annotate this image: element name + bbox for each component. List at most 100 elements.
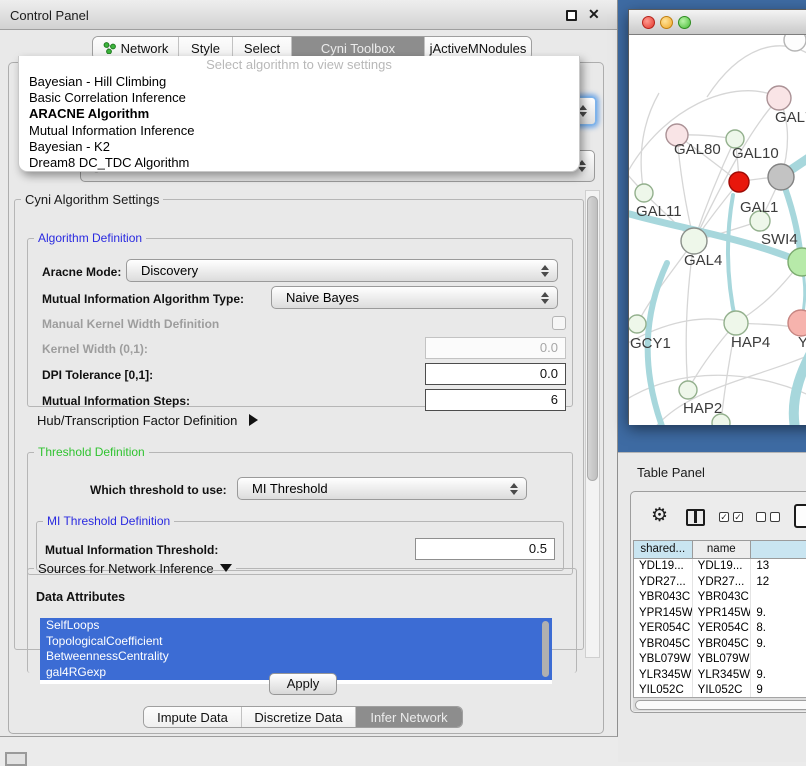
settings-scrollbar-thumb[interactable] bbox=[587, 196, 598, 481]
tab-infer-network-label: Infer Network bbox=[370, 710, 447, 725]
table-cell: YIL052C bbox=[693, 683, 752, 697]
desktop-background: GAL7GAL80GAL10GAL1GAL11SWI4GAL4GCY1HAP4Y… bbox=[618, 0, 806, 452]
sources-group: Sources for Network Inference Data Attri… bbox=[27, 561, 577, 673]
table-column-header[interactable] bbox=[751, 541, 806, 558]
table-row[interactable]: YPR145WYPR145W9. bbox=[634, 606, 806, 622]
network-node[interactable] bbox=[629, 315, 646, 333]
mi-type-combo[interactable]: Naive Bayes bbox=[271, 286, 558, 309]
dropdown-item[interactable]: Dream8 DC_TDC Algorithm bbox=[19, 155, 579, 171]
table-cell: 12 bbox=[751, 575, 806, 591]
tab-infer-network[interactable]: Infer Network bbox=[356, 707, 462, 727]
network-canvas[interactable]: GAL7GAL80GAL10GAL1GAL11SWI4GAL4GCY1HAP4Y… bbox=[629, 35, 806, 425]
which-threshold-combo[interactable]: MI Threshold bbox=[237, 477, 527, 500]
kernel-width-field[interactable]: 0.0 bbox=[425, 337, 566, 359]
deselect-all-icon[interactable] bbox=[756, 512, 780, 522]
attribute-list-item[interactable]: TopologicalCoefficient bbox=[40, 634, 552, 650]
table-hscrollbar[interactable] bbox=[633, 697, 806, 711]
table-column-header[interactable]: name bbox=[693, 541, 752, 558]
column-browser-icon[interactable] bbox=[686, 509, 705, 526]
mi-steps-field[interactable]: 6 bbox=[425, 389, 566, 411]
select-all-icon[interactable]: ✓ ✓ bbox=[719, 512, 743, 522]
table-column-header[interactable]: shared... bbox=[634, 541, 693, 558]
network-node[interactable] bbox=[679, 381, 697, 399]
minimize-traffic-light-icon[interactable] bbox=[660, 16, 673, 29]
dropdown-item[interactable]: Mutual Information Inference bbox=[19, 123, 579, 139]
mi-threshold-field[interactable]: 0.5 bbox=[415, 538, 555, 560]
attribute-list-item[interactable]: SelfLoops bbox=[40, 618, 552, 634]
dropdown-item[interactable]: Bayesian - Hill Climbing bbox=[19, 74, 579, 90]
dpi-tolerance-field[interactable]: 0.0 bbox=[425, 363, 566, 385]
table-row[interactable]: YBL079WYBL079W bbox=[634, 652, 806, 668]
table-cell: YBR045C bbox=[693, 637, 752, 653]
dropdown-item[interactable]: ARACNE Algorithm bbox=[19, 106, 579, 122]
sources-title-row[interactable]: Sources for Network Inference bbox=[34, 561, 236, 576]
aracne-mode-label: Aracne Mode: bbox=[42, 265, 121, 279]
algorithm-dropdown-list: Bayesian - Hill ClimbingBasic Correlatio… bbox=[19, 74, 579, 171]
network-node-label: GAL80 bbox=[674, 141, 721, 158]
checked-box-icon: ✓ bbox=[719, 512, 729, 522]
table-row[interactable]: YBR045CYBR045C9. bbox=[634, 637, 806, 653]
network-node[interactable] bbox=[724, 311, 748, 335]
table-cell: YIL052C bbox=[634, 683, 693, 697]
network-node[interactable] bbox=[729, 172, 749, 192]
which-threshold-label: Which threshold to use: bbox=[90, 483, 227, 497]
table-cell: YLR345W bbox=[634, 668, 693, 684]
tab-discretize-data[interactable]: Discretize Data bbox=[242, 707, 356, 727]
tab-style-label: Style bbox=[191, 41, 220, 56]
network-view-window[interactable]: GAL7GAL80GAL10GAL1GAL11SWI4GAL4GCY1HAP4Y… bbox=[628, 9, 806, 424]
network-node[interactable] bbox=[784, 35, 806, 51]
stepper-icon bbox=[541, 265, 550, 277]
which-threshold-value: MI Threshold bbox=[252, 481, 328, 496]
dropdown-item[interactable]: Bayesian - K2 bbox=[19, 139, 579, 155]
network-node-label: GAL1 bbox=[740, 199, 778, 216]
network-node[interactable] bbox=[767, 86, 791, 110]
close-traffic-light-icon[interactable] bbox=[642, 16, 655, 29]
collapsed-panel-icon[interactable] bbox=[5, 752, 27, 766]
file-icon[interactable] bbox=[794, 504, 806, 528]
network-window-titlebar[interactable] bbox=[629, 10, 806, 35]
table-panel: Table Panel ⚙ ✓ ✓ shared...name YDL19...… bbox=[618, 452, 806, 762]
table-cell: YBR045C bbox=[634, 637, 693, 653]
float-icon[interactable] bbox=[566, 10, 577, 21]
manual-kernel-label: Manual Kernel Width Definition bbox=[42, 317, 219, 331]
algorithm-definition-title: Algorithm Definition bbox=[34, 231, 146, 245]
network-node[interactable] bbox=[635, 184, 653, 202]
table-cell: YER054C bbox=[693, 621, 752, 637]
control-panel: Control Panel ✕ Network Style Select Cyn… bbox=[0, 0, 618, 737]
table-row[interactable]: YBR043CYBR043C bbox=[634, 590, 806, 606]
network-node[interactable] bbox=[768, 164, 794, 190]
apply-button[interactable]: Apply bbox=[269, 673, 337, 695]
manual-kernel-checkbox[interactable] bbox=[552, 316, 566, 330]
network-node[interactable] bbox=[681, 228, 707, 254]
table-row[interactable]: YER054CYER054C8. bbox=[634, 621, 806, 637]
table-body: YDL19...YDL19...13YDR27...YDR27...12YBR0… bbox=[634, 559, 806, 697]
dropdown-item[interactable]: Basic Correlation Inference bbox=[19, 90, 579, 106]
table-cell: 9. bbox=[751, 606, 806, 622]
stepper-icon bbox=[541, 292, 550, 304]
table-row[interactable]: YDL19...YDL19...13 bbox=[634, 559, 806, 575]
dropdown-hint: Select algorithm to view settings bbox=[19, 56, 579, 74]
network-node[interactable] bbox=[788, 310, 806, 336]
aracne-mode-combo[interactable]: Discovery bbox=[126, 259, 558, 282]
close-icon[interactable]: ✕ bbox=[588, 6, 600, 23]
list-scrollbar-thumb[interactable] bbox=[542, 621, 549, 677]
attribute-list-item[interactable]: BetweennessCentrality bbox=[40, 649, 552, 665]
table-cell: 9. bbox=[751, 637, 806, 653]
table-cell: YDL19... bbox=[634, 559, 693, 575]
algorithm-dropdown: Select algorithm to view settings Bayesi… bbox=[18, 56, 580, 172]
zoom-traffic-light-icon[interactable] bbox=[678, 16, 691, 29]
node-attribute-table[interactable]: shared...name YDL19...YDL19...13YDR27...… bbox=[633, 540, 806, 697]
tab-impute-data[interactable]: Impute Data bbox=[144, 707, 242, 727]
hub-definition-toggle[interactable]: Hub/Transcription Factor Definition bbox=[37, 413, 258, 428]
mi-threshold-title: MI Threshold Definition bbox=[43, 514, 174, 528]
network-node[interactable] bbox=[788, 248, 806, 276]
gear-icon[interactable]: ⚙ bbox=[651, 504, 668, 527]
table-cell: 9 bbox=[751, 683, 806, 697]
tab-jactivemnodules-label: jActiveMNodules bbox=[430, 41, 527, 56]
table-row[interactable]: YDR27...YDR27...12 bbox=[634, 575, 806, 591]
settings-scrollbar[interactable] bbox=[585, 190, 600, 658]
network-icon bbox=[103, 42, 116, 54]
table-row[interactable]: YLR345WYLR345W9. bbox=[634, 668, 806, 684]
table-row[interactable]: YIL052CYIL052C9 bbox=[634, 683, 806, 697]
table-hscrollbar-thumb[interactable] bbox=[635, 700, 806, 710]
